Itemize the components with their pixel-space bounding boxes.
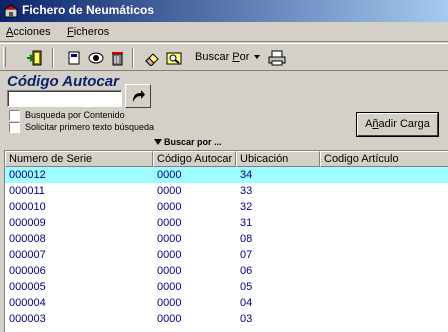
cell-articulo	[320, 311, 324, 327]
add-load-button[interactable]: Añadir Carga	[357, 113, 438, 136]
app-icon	[4, 4, 18, 18]
filter-icon	[154, 139, 162, 145]
view-button[interactable]	[85, 48, 107, 68]
search-button[interactable]	[164, 48, 186, 68]
go-button[interactable]	[125, 84, 151, 108]
cell-autocar: 0000	[157, 265, 182, 277]
delete-icon	[112, 52, 123, 66]
cell-ubicacion: 31	[240, 217, 253, 229]
cell-articulo	[320, 263, 324, 279]
table-row[interactable]: 000008 0000 08	[5, 231, 448, 247]
menu-bar: Acciones Ficheros	[0, 22, 448, 42]
search-icon	[166, 52, 182, 65]
arrow-right-icon	[133, 90, 145, 102]
cell-autocar: 0000	[157, 313, 182, 325]
table-row[interactable]: 000003 0000 03	[5, 311, 448, 327]
menu-acciones-rest: cciones	[13, 26, 51, 38]
cell-autocar: 0000	[157, 233, 182, 245]
search-title: Código Autocar	[7, 73, 119, 90]
cell-articulo	[320, 167, 324, 183]
cell-articulo	[320, 295, 324, 311]
cell-autocar: 0000	[157, 297, 182, 309]
buscar-por-link[interactable]: Buscar por ...	[154, 137, 222, 147]
busqueda-contenido-checkbox[interactable]	[9, 110, 20, 121]
cell-ubicacion: 07	[240, 249, 253, 261]
cell-autocar: 0000	[157, 201, 182, 213]
column-header-autocar[interactable]: Código Autocar	[153, 151, 236, 167]
grid-header: Numero de Serie Código Autocar Ubicación…	[5, 151, 448, 167]
cell-articulo	[320, 199, 324, 215]
cell-ubicacion: 05	[240, 281, 253, 293]
buscar-por-label: Buscar Por	[195, 51, 250, 63]
codigo-autocar-input[interactable]	[7, 90, 122, 107]
title-bar: Fichero de Neumáticos	[0, 0, 448, 22]
buscar-por-dropdown[interactable]: Buscar Por	[191, 48, 263, 68]
exit-button[interactable]	[24, 48, 46, 68]
cell-autocar: 0000	[157, 281, 182, 293]
solicitar-texto-checkbox[interactable]	[9, 122, 20, 133]
cell-articulo	[320, 279, 324, 295]
toolbar-grip[interactable]	[3, 47, 6, 67]
cell-autocar: 0000	[157, 185, 182, 197]
cell-serie: 000006	[9, 265, 46, 277]
table-row[interactable]: 000011 0000 33	[5, 183, 448, 199]
table-row[interactable]: 000012 0000 34	[5, 167, 448, 183]
column-header-ubicacion[interactable]: Ubicación	[236, 151, 320, 167]
cell-serie: 000007	[9, 249, 46, 261]
table-row[interactable]: 000009 0000 31	[5, 215, 448, 231]
menu-ficheros-rest: icheros	[73, 26, 110, 38]
print-button[interactable]	[266, 48, 288, 68]
cell-autocar: 0000	[157, 169, 182, 181]
cell-serie: 000003	[9, 313, 46, 325]
cell-ubicacion: 32	[240, 201, 253, 213]
solicitar-texto-label: Solicitar primero texto búsqueda	[25, 122, 155, 132]
busqueda-contenido-label: Busqueda por Contenido	[25, 110, 125, 120]
table-row[interactable]: 000004 0000 04	[5, 295, 448, 311]
toolbar-separator	[132, 48, 134, 68]
table-row[interactable]: 000005 0000 05	[5, 279, 448, 295]
menu-ficheros[interactable]: Ficheros	[67, 26, 109, 38]
cell-serie: 000012	[9, 169, 46, 181]
exit-icon	[27, 50, 42, 66]
chevron-down-icon	[254, 55, 260, 59]
cell-serie: 000008	[9, 233, 46, 245]
table-row[interactable]: 000010 0000 32	[5, 199, 448, 215]
cell-articulo	[320, 231, 324, 247]
cell-ubicacion: 33	[240, 185, 253, 197]
delete-button[interactable]	[107, 48, 129, 68]
cell-ubicacion: 34	[240, 169, 253, 181]
toolbar: Buscar Por	[0, 43, 448, 71]
print-icon	[268, 50, 286, 66]
cell-ubicacion: 06	[240, 265, 253, 277]
buscar-por-link-label: Buscar por ...	[164, 137, 222, 147]
table-row[interactable]: 000006 0000 06	[5, 263, 448, 279]
cell-serie: 000009	[9, 217, 46, 229]
cell-ubicacion: 08	[240, 233, 253, 245]
window-title: Fichero de Neumáticos	[22, 3, 155, 17]
cell-serie: 000005	[9, 281, 46, 293]
cell-serie: 000011	[9, 185, 45, 197]
cell-articulo	[320, 183, 324, 199]
toolbar-separator	[52, 48, 54, 68]
cell-serie: 000004	[9, 297, 46, 309]
cell-autocar: 0000	[157, 249, 182, 261]
cell-ubicacion: 04	[240, 297, 253, 309]
cell-autocar: 0000	[157, 217, 182, 229]
column-header-serie[interactable]: Numero de Serie	[5, 151, 153, 167]
column-header-articulo[interactable]: Codigo Artículo	[320, 151, 448, 167]
menu-acciones[interactable]: Acciones	[6, 26, 51, 38]
cell-ubicacion: 03	[240, 313, 253, 325]
view-icon	[88, 52, 104, 64]
eraser-button[interactable]	[141, 48, 163, 68]
tire-grid[interactable]: Numero de Serie Código Autocar Ubicación…	[4, 150, 448, 332]
new-record-icon	[68, 51, 80, 65]
new-record-button[interactable]	[63, 48, 85, 68]
table-row[interactable]: 000007 0000 07	[5, 247, 448, 263]
cell-serie: 000010	[9, 201, 46, 213]
eraser-icon	[145, 53, 159, 66]
cell-articulo	[320, 247, 324, 263]
cell-articulo	[320, 215, 324, 231]
